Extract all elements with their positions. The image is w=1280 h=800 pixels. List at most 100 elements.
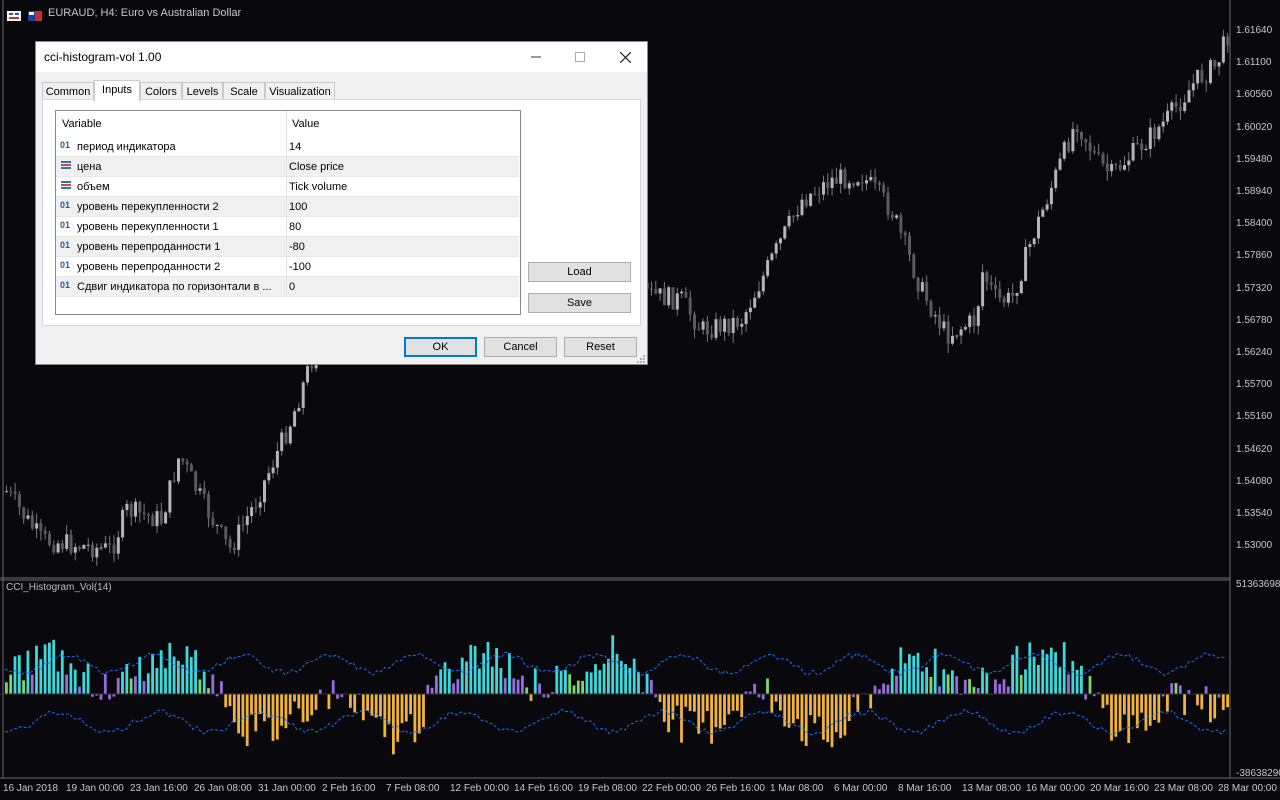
histogram-bar bbox=[598, 670, 602, 694]
input-row[interactable]: 01 Сдвиг индикатора по горизонтали в ... 0 bbox=[56, 277, 519, 297]
tab-inputs[interactable]: Inputs bbox=[94, 80, 140, 102]
minimize-button[interactable] bbox=[513, 42, 559, 72]
candle-body bbox=[1101, 153, 1105, 164]
param-value[interactable]: 0 bbox=[289, 281, 295, 293]
price-tick-label: 1.58400 bbox=[1236, 218, 1273, 230]
chart-menu-icon[interactable] bbox=[7, 8, 21, 21]
histogram-bar bbox=[417, 694, 421, 734]
histogram-bar bbox=[271, 694, 275, 741]
histogram-bar bbox=[318, 689, 322, 694]
param-value[interactable]: 80 bbox=[289, 221, 301, 233]
input-row[interactable]: объем Tick volume bbox=[56, 177, 519, 197]
histogram-bar bbox=[667, 694, 670, 733]
reset-button[interactable]: Reset bbox=[564, 337, 637, 357]
histogram-bar bbox=[168, 642, 172, 694]
histogram-bar bbox=[843, 694, 847, 736]
input-row[interactable]: 01 уровень перекупленности 2 100 bbox=[56, 197, 519, 217]
histogram-bar bbox=[155, 668, 159, 694]
candle-body bbox=[813, 193, 817, 195]
input-row[interactable]: цена Close price bbox=[56, 157, 519, 177]
histogram-bar bbox=[310, 694, 314, 716]
param-value[interactable]: -100 bbox=[289, 261, 311, 273]
histogram-bar bbox=[56, 671, 60, 694]
time-tick-label: 28 Mar 00:00 bbox=[1218, 783, 1277, 794]
param-value[interactable]: 100 bbox=[289, 201, 307, 213]
candle-body bbox=[650, 288, 653, 290]
input-row[interactable]: 01 уровень перепроданности 2 -100 bbox=[56, 257, 519, 277]
param-value[interactable]: Close price bbox=[289, 161, 344, 173]
histogram-bar bbox=[895, 675, 898, 694]
histogram-bar bbox=[981, 667, 984, 694]
candle-body bbox=[258, 502, 262, 508]
sub-axis-max: 51363698 bbox=[1236, 579, 1280, 590]
tab-scale[interactable]: Scale bbox=[223, 82, 265, 100]
histogram-bar bbox=[30, 674, 34, 694]
candle-body bbox=[951, 335, 954, 344]
histogram-bar bbox=[589, 672, 593, 694]
column-variable[interactable]: Variable bbox=[62, 118, 102, 130]
candle-body bbox=[727, 318, 731, 334]
histogram-bar bbox=[486, 642, 490, 694]
tab-visualization[interactable]: Visualization bbox=[265, 82, 335, 100]
candle-body bbox=[1148, 127, 1152, 149]
candle-body bbox=[155, 511, 159, 527]
candle-body bbox=[1140, 143, 1144, 151]
histogram-bar bbox=[1019, 674, 1023, 694]
maximize-button[interactable] bbox=[557, 42, 603, 72]
candle-body bbox=[103, 543, 107, 548]
candle-body bbox=[211, 517, 215, 526]
inputs-grid: Variable Value 01 период индикатора 14 цена… bbox=[55, 110, 521, 315]
histogram-bar bbox=[1178, 685, 1182, 694]
candle-body bbox=[688, 297, 692, 315]
input-row[interactable]: 01 уровень перекупленности 1 80 bbox=[56, 217, 519, 237]
price-tick-label: 1.55700 bbox=[1236, 379, 1273, 391]
candle-body bbox=[748, 307, 752, 313]
ok-button[interactable]: OK bbox=[404, 337, 477, 357]
param-value[interactable]: 14 bbox=[289, 141, 301, 153]
time-tick-label: 6 Mar 00:00 bbox=[834, 783, 888, 794]
histogram-bar bbox=[245, 694, 249, 747]
candle-body bbox=[284, 432, 288, 444]
save-button[interactable]: Save bbox=[528, 293, 631, 313]
histogram-bar bbox=[684, 694, 688, 707]
resize-grip-icon[interactable] bbox=[636, 354, 646, 364]
candle-body bbox=[890, 214, 894, 218]
histogram-bar bbox=[1157, 694, 1161, 723]
candle-body bbox=[796, 215, 800, 217]
cancel-button[interactable]: Cancel bbox=[484, 337, 557, 357]
histogram-bar bbox=[121, 671, 124, 694]
load-button[interactable]: Load bbox=[528, 262, 631, 282]
dialog-caption[interactable]: cci-histogram-vol 1.00 bbox=[36, 42, 647, 72]
sub-axis-min: -38638290 bbox=[1236, 768, 1280, 779]
input-row[interactable]: 01 период индикатора 14 bbox=[56, 137, 519, 157]
histogram-bar bbox=[710, 694, 713, 744]
minimize-icon bbox=[531, 56, 541, 58]
tab-colors[interactable]: Colors bbox=[140, 82, 182, 100]
candle-body bbox=[1183, 102, 1187, 112]
candle-body bbox=[1200, 69, 1204, 82]
candle-body bbox=[865, 180, 868, 184]
price-tick-label: 1.59480 bbox=[1236, 153, 1273, 165]
tab-common[interactable]: Common bbox=[42, 82, 94, 100]
tab-levels[interactable]: Levels bbox=[182, 82, 223, 100]
candle-body bbox=[654, 289, 658, 294]
histogram-bar bbox=[572, 685, 576, 694]
histogram-bar bbox=[452, 683, 455, 694]
candle-body bbox=[675, 293, 679, 310]
column-value[interactable]: Value bbox=[292, 118, 319, 130]
input-row[interactable]: 01 уровень перепроданности 1 -80 bbox=[56, 237, 519, 257]
histogram-bar bbox=[499, 668, 503, 694]
histogram-bar bbox=[508, 652, 511, 694]
histogram-bar bbox=[705, 694, 709, 712]
param-value[interactable]: Tick volume bbox=[289, 181, 347, 193]
close-button[interactable] bbox=[602, 42, 648, 72]
histogram-bar bbox=[869, 694, 873, 709]
histogram-bar bbox=[134, 676, 137, 694]
histogram-bar bbox=[675, 694, 679, 706]
time-tick-label: 31 Jan 00:00 bbox=[258, 783, 316, 794]
candle-body bbox=[108, 543, 112, 545]
param-value[interactable]: -80 bbox=[289, 241, 305, 253]
candle-body bbox=[237, 524, 241, 550]
price-tick-label: 1.53540 bbox=[1236, 508, 1273, 519]
candle-body bbox=[52, 544, 56, 553]
